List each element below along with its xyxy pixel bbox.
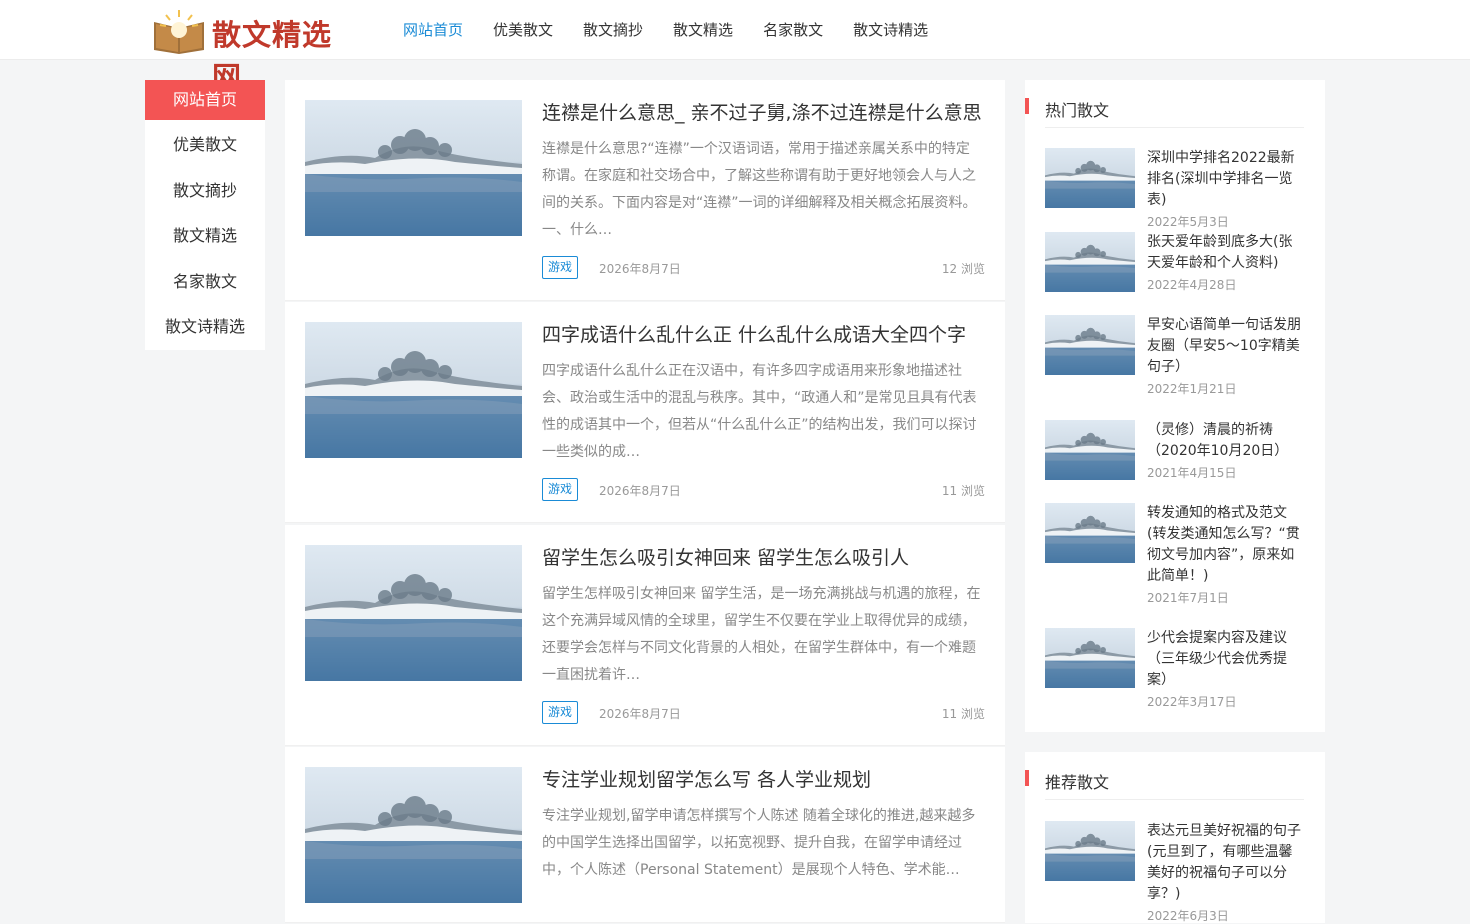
item-thumbnail[interactable] bbox=[1045, 148, 1135, 208]
title-bar bbox=[1025, 98, 1029, 114]
item-thumbnail[interactable] bbox=[1045, 232, 1135, 292]
item-title[interactable]: 表达元旦美好祝福的句子(元旦到了，有哪些温馨美好的祝福句子可以分享？) bbox=[1147, 821, 1305, 905]
title-bar bbox=[1025, 770, 1029, 786]
post-date: 2026年8月7日 bbox=[599, 262, 681, 276]
nav-item-home[interactable]: 网站首页 bbox=[388, 0, 478, 60]
site-header: 散文精选网 网站首页 优美散文 散文摘抄 散文精选 名家散文 散文诗精选 bbox=[0, 0, 1470, 94]
item-title[interactable]: 少代会提案内容及建议（三年级少代会优秀提案） bbox=[1147, 628, 1305, 691]
hot-widget: 热门散文 深圳中学排名2022最新排名(深圳中学排名一览表) 2022年5月3日 … bbox=[1025, 80, 1325, 732]
item-thumbnail[interactable] bbox=[1045, 420, 1135, 480]
nav-item-excerpts[interactable]: 散文摘抄 bbox=[568, 0, 658, 60]
sidebar-item-beautiful[interactable]: 优美散文 bbox=[145, 125, 265, 171]
nav-item-poetry[interactable]: 散文诗精选 bbox=[838, 0, 943, 60]
item-date: 2021年4月15日 bbox=[1147, 466, 1237, 480]
widget-title: 热门散文 bbox=[1025, 97, 1304, 128]
post-views: 12 浏览 bbox=[941, 262, 985, 276]
sidebar-item-famous[interactable]: 名家散文 bbox=[145, 262, 265, 308]
item-date: 2022年6月3日 bbox=[1147, 909, 1229, 923]
item-date: 2022年4月28日 bbox=[1147, 278, 1237, 292]
top-nav: 网站首页 优美散文 散文摘抄 散文精选 名家散文 散文诗精选 bbox=[388, 0, 943, 60]
post-title[interactable]: 四字成语什么乱什么正 什么乱什么成语大全四个字 bbox=[542, 320, 987, 347]
item-title[interactable]: （灵修）清晨的祈祷（2020年10月20日） bbox=[1147, 420, 1305, 462]
item-thumbnail[interactable] bbox=[1045, 821, 1135, 881]
item-date: 2022年3月17日 bbox=[1147, 695, 1237, 709]
post-excerpt: 连襟是什么意思?“连襟”一个汉语词语，常用于描述亲属关系中的特定称谓。在家庭和社… bbox=[542, 141, 977, 238]
sidebar-item-selected[interactable]: 散文精选 bbox=[145, 216, 265, 262]
post-tag[interactable]: 游戏 bbox=[542, 701, 579, 724]
widget-title: 推荐散文 bbox=[1025, 769, 1304, 800]
post-list: 连襟是什么意思_ 亲不过子舅,涤不过连襟是什么意思 连襟是什么意思?“连襟”一个… bbox=[285, 80, 1005, 923]
item-thumbnail[interactable] bbox=[1045, 628, 1135, 688]
nav-item-famous[interactable]: 名家散文 bbox=[748, 0, 838, 60]
post-excerpt: 留学生怎样吸引女神回来 留学生活，是一场充满挑战与机遇的旅程，在这个充满异域风情… bbox=[542, 586, 981, 683]
post-title[interactable]: 连襟是什么意思_ 亲不过子舅,涤不过连襟是什么意思 bbox=[542, 98, 987, 125]
book-sun-icon bbox=[154, 10, 204, 54]
sidebar-item-home[interactable]: 网站首页 bbox=[145, 80, 265, 120]
post-title[interactable]: 专注学业规划留学怎么写 各人学业规划 bbox=[542, 765, 987, 792]
recommend-widget: 推荐散文 表达元旦美好祝福的句子(元旦到了，有哪些温馨美好的祝福句子可以分享？)… bbox=[1025, 752, 1325, 923]
post-views: 11 浏览 bbox=[941, 707, 985, 721]
item-date: 2022年1月21日 bbox=[1147, 382, 1237, 396]
item-date: 2021年7月1日 bbox=[1147, 591, 1229, 605]
post-date: 2026年8月7日 bbox=[599, 484, 681, 498]
item-title[interactable]: 转发通知的格式及范文(转发类通知怎么写？“贯彻文号加内容”，原来如此简单！) bbox=[1147, 503, 1305, 587]
item-date: 2022年5月3日 bbox=[1147, 215, 1229, 229]
post-excerpt: 四字成语什么乱什么正在汉语中，有许多四字成语用来形象地描述社会、政治或生活中的混… bbox=[542, 363, 977, 460]
post-thumbnail[interactable] bbox=[305, 767, 522, 903]
post-card: 专注学业规划留学怎么写 各人学业规划 专注学业规划,留学申请怎样撰写个人陈述 随… bbox=[285, 747, 1005, 923]
site-logo[interactable]: 散文精选网 bbox=[150, 4, 360, 94]
post-title[interactable]: 留学生怎么吸引女神回来 留学生怎么吸引人 bbox=[542, 543, 987, 570]
sidebar-item-poetry[interactable]: 散文诗精选 bbox=[145, 307, 265, 353]
nav-item-beautiful[interactable]: 优美散文 bbox=[478, 0, 568, 60]
post-tag[interactable]: 游戏 bbox=[542, 478, 579, 501]
post-thumbnail[interactable] bbox=[305, 322, 522, 458]
item-title[interactable]: 张天爱年龄到底多大(张天爱年龄和个人资料) bbox=[1147, 232, 1305, 274]
post-thumbnail[interactable] bbox=[305, 545, 522, 681]
post-card: 连襟是什么意思_ 亲不过子舅,涤不过连襟是什么意思 连襟是什么意思?“连襟”一个… bbox=[285, 80, 1005, 301]
item-title[interactable]: 早安心语简单一句话发朋友圈（早安5～10字精美句子） bbox=[1147, 315, 1305, 378]
post-views: 11 浏览 bbox=[941, 484, 985, 498]
item-title[interactable]: 深圳中学排名2022最新排名(深圳中学排名一览表) bbox=[1147, 148, 1305, 211]
sidebar-item-excerpts[interactable]: 散文摘抄 bbox=[145, 171, 265, 217]
post-thumbnail[interactable] bbox=[305, 100, 522, 236]
post-card: 留学生怎么吸引女神回来 留学生怎么吸引人 留学生怎样吸引女神回来 留学生活，是一… bbox=[285, 525, 1005, 746]
nav-item-selected[interactable]: 散文精选 bbox=[658, 0, 748, 60]
item-thumbnail[interactable] bbox=[1045, 503, 1135, 563]
sidebar-nav: 网站首页 优美散文 散文摘抄 散文精选 名家散文 散文诗精选 bbox=[145, 80, 265, 350]
post-card: 四字成语什么乱什么正 什么乱什么成语大全四个字 四字成语什么乱什么正在汉语中，有… bbox=[285, 302, 1005, 523]
item-thumbnail[interactable] bbox=[1045, 315, 1135, 375]
post-tag[interactable]: 游戏 bbox=[542, 256, 579, 279]
post-date: 2026年8月7日 bbox=[599, 707, 681, 721]
post-excerpt: 专注学业规划,留学申请怎样撰写个人陈述 随着全球化的推进,越来越多的中国学生选择… bbox=[542, 808, 976, 878]
